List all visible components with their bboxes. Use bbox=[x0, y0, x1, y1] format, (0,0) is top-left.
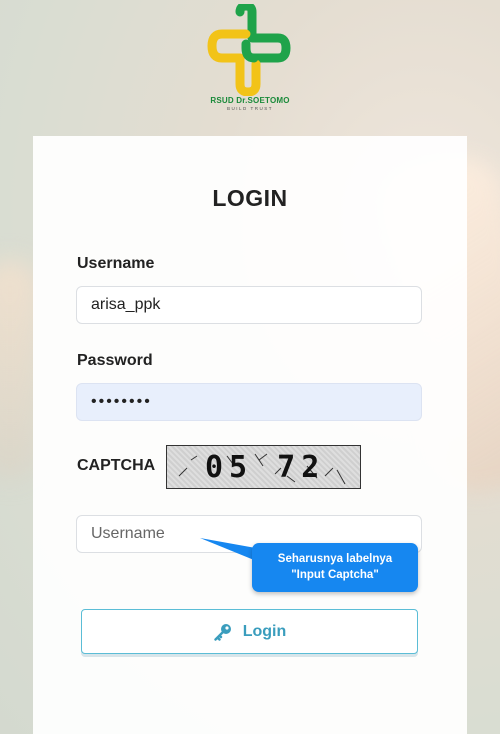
page-title: LOGIN bbox=[212, 185, 288, 211]
logo-tagline: BUILD TRUST bbox=[227, 106, 273, 111]
logo: RSUD Dr.SOETOMO BUILD TRUST bbox=[200, 4, 300, 122]
logo-brand-text: RSUD Dr.SOETOMO bbox=[210, 96, 290, 105]
annotation-line-2: "Input Captcha" bbox=[291, 569, 379, 581]
password-label: Password bbox=[77, 352, 153, 369]
captcha-label: CAPTCHA bbox=[77, 457, 156, 474]
login-button[interactable]: Login bbox=[81, 609, 418, 654]
username-label: Username bbox=[77, 255, 155, 272]
login-button-label: Login bbox=[242, 622, 287, 640]
password-field[interactable]: •••••••• bbox=[76, 383, 422, 421]
username-field[interactable] bbox=[76, 286, 422, 324]
tooltip-arrow bbox=[200, 538, 256, 560]
annotation-tooltip: Seharusnya labelnya "Input Captcha" bbox=[252, 543, 418, 592]
rsud-logo-icon bbox=[207, 4, 291, 96]
key-icon bbox=[213, 622, 233, 642]
captcha-image: 05 72 bbox=[166, 445, 361, 489]
captcha-text: 05 72 bbox=[205, 450, 325, 485]
annotation-line-1: Seharusnya labelnya bbox=[277, 553, 393, 565]
